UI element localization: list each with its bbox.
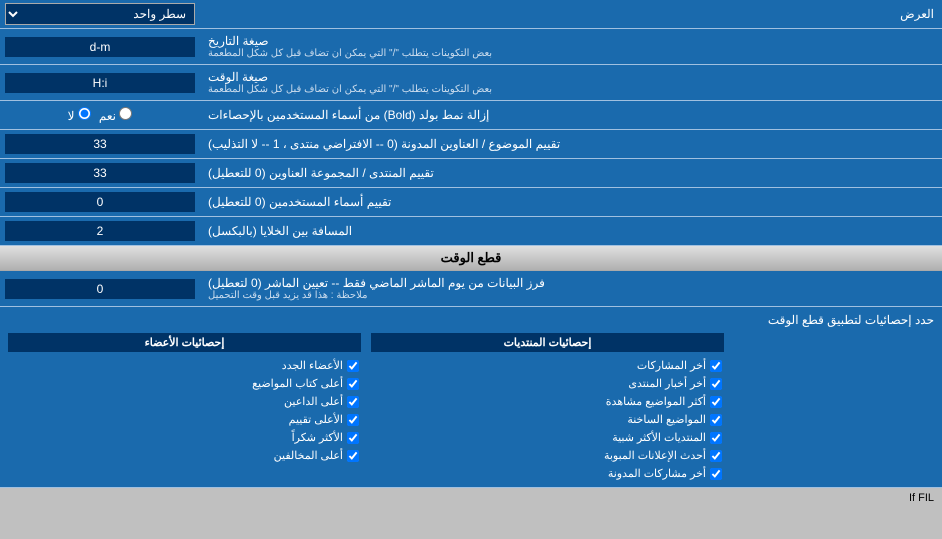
checkbox-similar[interactable] <box>710 432 722 444</box>
stats-col-forums: إحصائيات المنتديات أخر المشاركات أخر أخب… <box>371 333 724 481</box>
topic-order-row: تقييم الموضوع / العناوين المدونة (0 -- ا… <box>0 130 942 159</box>
forum-order-row: تقييم المنتدى / المجموعة العناوين (0 للت… <box>0 159 942 188</box>
checkbox-item-6[interactable]: أحدث الإعلانات المبوبة <box>371 448 724 463</box>
checkbox-top-inviters[interactable]: أعلى الداعين <box>8 394 361 409</box>
filter-input-area[interactable] <box>0 271 200 306</box>
stats-limit-label: حدد إحصائيات لتطبيق قطع الوقت <box>8 313 934 327</box>
checkbox-top-violators[interactable]: أعلى المخالفين <box>8 448 361 463</box>
bold-remove-label: إزالة نمط بولد (Bold) من أسماء المستخدمي… <box>200 101 942 129</box>
filter-row: فرز البيانات من يوم الماشر الماضي فقط --… <box>0 271 942 307</box>
stats-col-forums-header: إحصائيات المنتديات <box>371 333 724 352</box>
cb-most-thanks[interactable] <box>347 432 359 444</box>
bold-no-label[interactable]: لا <box>68 107 91 123</box>
cb-new-members[interactable] <box>347 360 359 372</box>
bold-no-radio[interactable] <box>78 107 91 120</box>
checkbox-classifieds[interactable] <box>710 450 722 462</box>
checkbox-most-thanks[interactable]: الأكثر شكراً <box>8 430 361 445</box>
stats-col-members: إحصائيات الأعضاء الأعضاء الجدد أعلى كتاب… <box>8 333 361 481</box>
username-order-row: تقييم أسماء المستخدمين (0 للتعطيل) <box>0 188 942 217</box>
display-mode-row: العرض سطر واحد سطرين ثلاثة أسطر <box>0 0 942 29</box>
display-mode-select[interactable]: سطر واحد سطرين ثلاثة أسطر <box>5 3 195 25</box>
stats-col-members-header: إحصائيات الأعضاء <box>8 333 361 352</box>
checkbox-top-rated[interactable]: الأعلى تقييم <box>8 412 361 427</box>
bold-remove-radio-area: نعم لا <box>0 101 200 129</box>
filter-label: فرز البيانات من يوم الماشر الماضي فقط --… <box>200 271 942 306</box>
cell-spacing-input-area[interactable] <box>0 217 200 245</box>
cb-top-inviters[interactable] <box>347 396 359 408</box>
time-format-input-area[interactable] <box>0 65 200 100</box>
checkbox-new-members[interactable]: الأعضاء الجدد <box>8 358 361 373</box>
main-container: العرض سطر واحد سطرين ثلاثة أسطر صيغة الت… <box>0 0 942 508</box>
checkbox-item-7[interactable]: أخر مشاركات المدونة <box>371 466 724 481</box>
bold-yes-label[interactable]: نعم <box>99 107 132 123</box>
checkbox-item-1[interactable]: أخر المشاركات <box>371 358 724 373</box>
forum-order-input[interactable] <box>5 163 195 183</box>
checkbox-item-3[interactable]: أكثر المواضيع مشاهدة <box>371 394 724 409</box>
display-mode-label: العرض <box>200 2 942 26</box>
checkbox-news[interactable] <box>710 378 722 390</box>
bold-remove-row: إزالة نمط بولد (Bold) من أسماء المستخدمي… <box>0 101 942 130</box>
cell-spacing-label: المسافة بين الخلايا (بالبكسل) <box>200 217 942 245</box>
time-format-row: صيغة الوقت بعض التكوينات يتطلب "/" التي … <box>0 65 942 101</box>
username-order-label: تقييم أسماء المستخدمين (0 للتعطيل) <box>200 188 942 216</box>
topic-order-input-area[interactable] <box>0 130 200 158</box>
forum-order-input-area[interactable] <box>0 159 200 187</box>
checkbox-most-viewed[interactable] <box>710 396 722 408</box>
checkbox-item-4[interactable]: المواضيع الساخنة <box>371 412 724 427</box>
cb-top-violators[interactable] <box>347 450 359 462</box>
checkbox-top-writers[interactable]: أعلى كتاب المواضيع <box>8 376 361 391</box>
filter-input[interactable] <box>5 279 195 299</box>
checkbox-posts[interactable] <box>710 360 722 372</box>
checkbox-item-5[interactable]: المنتديات الأكثر شبية <box>371 430 724 445</box>
date-format-input[interactable] <box>5 37 195 57</box>
username-order-input[interactable] <box>5 192 195 212</box>
stats-grid: إحصائيات المنتديات أخر المشاركات أخر أخب… <box>8 333 934 481</box>
bold-yes-radio[interactable] <box>119 107 132 120</box>
date-format-input-area[interactable] <box>0 29 200 64</box>
cell-spacing-input[interactable] <box>5 221 195 241</box>
forum-order-label: تقييم المنتدى / المجموعة العناوين (0 للت… <box>200 159 942 187</box>
checkbox-blog-posts[interactable] <box>710 468 722 480</box>
cutoff-section-header: قطع الوقت <box>0 246 942 271</box>
display-mode-select-area[interactable]: سطر واحد سطرين ثلاثة أسطر <box>0 0 200 28</box>
cell-spacing-row: المسافة بين الخلايا (بالبكسل) <box>0 217 942 246</box>
username-order-input-area[interactable] <box>0 188 200 216</box>
date-format-row: صيغة التاريخ بعض التكوينات يتطلب "/" الت… <box>0 29 942 65</box>
time-format-input[interactable] <box>5 73 195 93</box>
topic-order-label: تقييم الموضوع / العناوين المدونة (0 -- ا… <box>200 130 942 158</box>
time-format-label: صيغة الوقت بعض التكوينات يتطلب "/" التي … <box>200 65 942 100</box>
checkbox-item-2[interactable]: أخر أخبار المنتدى <box>371 376 724 391</box>
stats-spacer <box>734 333 934 481</box>
topic-order-input[interactable] <box>5 134 195 154</box>
bottom-bar: If FIL <box>0 488 942 508</box>
cb-top-rated[interactable] <box>347 414 359 426</box>
bottom-text: If FIL <box>909 492 934 504</box>
date-format-label: صيغة التاريخ بعض التكوينات يتطلب "/" الت… <box>200 29 942 64</box>
cb-top-writers[interactable] <box>347 378 359 390</box>
checkbox-hot[interactable] <box>710 414 722 426</box>
stats-section: حدد إحصائيات لتطبيق قطع الوقت إحصائيات ا… <box>0 307 942 488</box>
